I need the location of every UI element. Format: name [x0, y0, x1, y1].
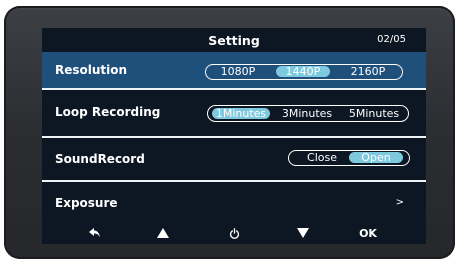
- loop-option-5min[interactable]: 5Minutes: [344, 108, 404, 119]
- sound-record-label: SoundRecord: [55, 152, 145, 166]
- page-title: Setting: [208, 33, 260, 48]
- sound-record-toggle: Close Open: [288, 150, 410, 166]
- page-counter: 02/05: [377, 34, 406, 45]
- loop-option-3min[interactable]: 3Minutes: [278, 108, 336, 119]
- exposure-label: Exposure: [55, 196, 118, 210]
- power-icon[interactable]: [227, 226, 241, 240]
- menu-item-loop-recording[interactable]: Loop Recording 1Minutes 3Minutes 5Minute…: [42, 90, 426, 136]
- resolution-option-1080p[interactable]: 1080P: [216, 66, 260, 77]
- resolution-label: Resolution: [55, 63, 128, 77]
- resolution-selector: 1080P 1440P 2160P: [205, 64, 403, 80]
- title-bar: Setting 02/05: [42, 28, 426, 52]
- back-arrow-icon[interactable]: [87, 226, 101, 240]
- loop-recording-selector: 1Minutes 3Minutes 5Minutes: [207, 105, 409, 122]
- menu-item-exposure[interactable]: Exposure >: [42, 182, 426, 223]
- bottom-nav-bar: OK: [42, 223, 426, 244]
- sound-option-close[interactable]: Close: [297, 152, 347, 163]
- down-triangle-icon[interactable]: [296, 226, 310, 240]
- ok-label: OK: [359, 226, 377, 240]
- settings-screen: Setting 02/05 Resolution 1080P 1440P 216…: [42, 28, 426, 244]
- sound-option-open[interactable]: Open: [349, 152, 403, 163]
- loop-option-1min[interactable]: 1Minutes: [212, 108, 270, 119]
- menu-item-sound-record[interactable]: SoundRecord Close Open: [42, 138, 426, 180]
- up-triangle-icon[interactable]: [156, 226, 170, 240]
- loop-recording-label: Loop Recording: [55, 105, 161, 119]
- ok-button[interactable]: OK: [355, 226, 381, 240]
- resolution-option-2160p[interactable]: 2160P: [344, 66, 392, 77]
- menu-item-resolution[interactable]: Resolution 1080P 1440P 2160P: [42, 52, 426, 88]
- chevron-right-icon: >: [395, 197, 404, 208]
- resolution-option-1440p[interactable]: 1440P: [276, 66, 330, 77]
